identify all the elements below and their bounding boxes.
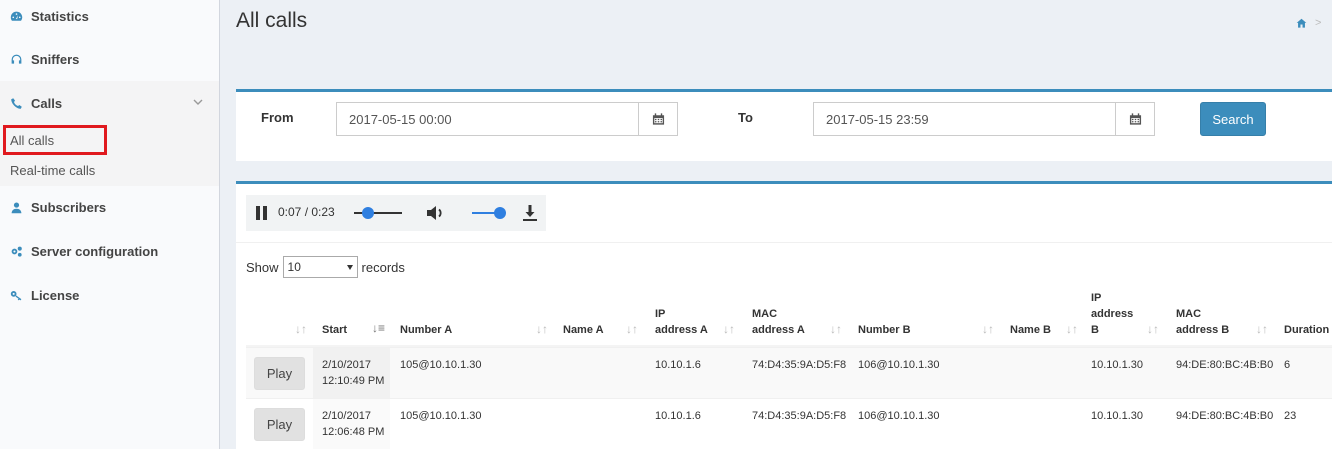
sidebar-item-label: Statistics — [31, 8, 89, 24]
volume-icon[interactable] — [426, 204, 446, 222]
caret-down-icon — [346, 264, 353, 270]
col-header-ip-b[interactable]: IP address B — [1091, 290, 1133, 338]
dashboard-icon — [8, 8, 24, 24]
user-icon — [8, 199, 24, 215]
breadcrumb: > — [1296, 17, 1321, 29]
from-label: From — [261, 110, 294, 125]
to-date-input[interactable]: 2017-05-15 23:59 — [813, 102, 1116, 136]
phone-icon — [8, 95, 24, 111]
sidebar-item-subscribers[interactable]: Subscribers — [0, 185, 219, 229]
sidebar-item-label: Sniffers — [31, 51, 80, 67]
cell-mac-b: 94:DE:80:BC:4B:B0 — [1176, 410, 1274, 422]
search-button[interactable]: Search — [1200, 102, 1266, 136]
pause-icon[interactable] — [256, 206, 268, 220]
cell-duration: 23 — [1284, 410, 1297, 422]
cell-ip-b: 10.10.1.30 — [1091, 410, 1143, 422]
submenu-realtime-calls[interactable]: Real-time calls — [10, 163, 95, 178]
sort-icon[interactable]: ↓↑ — [295, 322, 307, 336]
sidebar: Statistics Sniffers Calls All calls Real… — [0, 0, 220, 449]
cell-number-a: 105@10.10.1.30 — [400, 410, 482, 422]
col-header-name-b[interactable]: Name B — [1010, 322, 1051, 338]
to-label: To — [738, 110, 753, 125]
records-label: records — [361, 259, 405, 275]
sidebar-item-label: Subscribers — [31, 199, 107, 215]
seek-thumb[interactable] — [362, 207, 375, 219]
col-header-number-b[interactable]: Number B — [858, 322, 911, 338]
sort-icon[interactable]: ↓↑ — [536, 322, 548, 336]
gears-icon — [8, 243, 24, 259]
cell-ip-b: 10.10.1.30 — [1091, 359, 1143, 371]
cell-start-time: 12:06:48 PM — [322, 426, 385, 438]
from-date-input[interactable]: 2017-05-15 00:00 — [336, 102, 639, 136]
key-icon — [8, 287, 24, 303]
cell-duration: 6 — [1284, 359, 1291, 371]
table-row: Play 2/10/2017 12:06:48 PM 105@10.10.1.3… — [246, 398, 1332, 449]
sort-desc-icon[interactable]: ↓≡ — [372, 321, 385, 335]
cell-mac-b: 94:DE:80:BC:4B:B0 — [1176, 359, 1274, 371]
sort-icon[interactable]: ↓↑ — [1066, 322, 1078, 336]
from-date-value: 2017-05-15 00:00 — [349, 111, 452, 127]
col-header-start[interactable]: Start — [322, 322, 347, 338]
cell-number-b: 106@10.10.1.30 — [858, 410, 940, 422]
page-size-control: Show 10 records — [246, 256, 405, 278]
sort-icon[interactable]: ↓↑ — [1256, 322, 1268, 336]
to-calendar-button[interactable] — [1115, 102, 1155, 136]
cell-number-a: 105@10.10.1.30 — [400, 359, 482, 371]
sidebar-item-sniffers[interactable]: Sniffers — [0, 37, 219, 81]
col-header-ip-a[interactable]: IP address A — [655, 306, 710, 338]
filter-box: From 2017-05-15 00:00 To 2017-05-15 23:5… — [236, 89, 1332, 161]
volume-thumb[interactable] — [494, 207, 506, 219]
page-size-value: 10 — [287, 260, 301, 274]
sort-icon[interactable]: ↓↑ — [982, 322, 994, 336]
sidebar-item-label: License — [31, 287, 80, 303]
cell-mac-a: 74:D4:35:9A:D5:F8 — [752, 410, 847, 422]
sort-icon[interactable]: ↓↑ — [830, 322, 842, 336]
sidebar-item-label: Calls — [31, 95, 63, 111]
play-button[interactable]: Play — [254, 357, 305, 390]
cell-start-date: 2/10/2017 — [322, 410, 371, 422]
sidebar-item-server-configuration[interactable]: Server configuration — [0, 229, 219, 273]
col-header-mac-a[interactable]: MAC address A — [752, 306, 822, 338]
sort-icon[interactable]: ↓↑ — [626, 322, 638, 336]
download-icon[interactable] — [522, 204, 538, 222]
divider — [236, 242, 1332, 243]
player-time: 0:07 / 0:23 — [278, 205, 335, 219]
sidebar-item-calls[interactable]: Calls — [0, 81, 219, 125]
seek-slider[interactable] — [354, 212, 402, 214]
calendar-icon — [652, 113, 664, 125]
sidebar-item-statistics[interactable]: Statistics — [0, 0, 219, 38]
from-calendar-button[interactable] — [638, 102, 678, 136]
cell-start-date: 2/10/2017 — [322, 359, 371, 371]
headphones-icon — [8, 51, 24, 67]
col-header-number-a[interactable]: Number A — [400, 322, 452, 338]
col-header-mac-b[interactable]: MAC address B — [1176, 306, 1246, 338]
sidebar-item-license[interactable]: License — [0, 273, 219, 317]
calendar-icon — [1129, 113, 1141, 125]
play-button[interactable]: Play — [254, 408, 305, 441]
show-label: Show — [246, 259, 279, 275]
cell-number-b: 106@10.10.1.30 — [858, 359, 940, 371]
results-box: 0:07 / 0:23 Show 10 records ↓↑ Start ↓≡ … — [236, 181, 1332, 449]
breadcrumb-separator: > — [1315, 17, 1322, 29]
cell-start-time: 12:10:49 PM — [322, 375, 385, 387]
sidebar-item-label: Server configuration — [31, 243, 159, 259]
page-title: All calls — [236, 9, 308, 32]
cell-ip-a: 10.10.1.6 — [655, 359, 701, 371]
page-size-select[interactable]: 10 — [282, 256, 358, 278]
col-header-name-a[interactable]: Name A — [563, 322, 604, 338]
col-header-duration[interactable]: Duration — [1284, 322, 1329, 338]
to-date-value: 2017-05-15 23:59 — [826, 111, 929, 127]
audio-player: 0:07 / 0:23 — [246, 195, 546, 231]
sort-icon[interactable]: ↓↑ — [723, 322, 735, 336]
cell-ip-a: 10.10.1.6 — [655, 410, 701, 422]
cell-mac-a: 74:D4:35:9A:D5:F8 — [752, 359, 847, 371]
chevron-down-icon — [193, 99, 203, 105]
highlight-annotation — [3, 125, 107, 155]
table-row: Play 2/10/2017 12:10:49 PM 105@10.10.1.3… — [246, 347, 1332, 399]
sort-icon[interactable]: ↓↑ — [1147, 322, 1159, 336]
home-icon[interactable] — [1296, 18, 1307, 29]
